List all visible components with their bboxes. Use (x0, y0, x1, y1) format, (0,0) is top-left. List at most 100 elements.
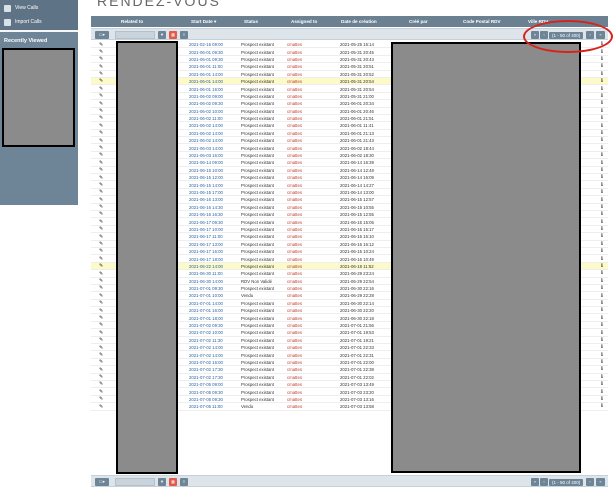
start-date-link[interactable]: 2021-06-17 18:00 (189, 257, 223, 262)
info-icon[interactable]: ℹ (601, 152, 603, 158)
edit-icon[interactable]: ✎ (99, 226, 103, 232)
assigned-user-link[interactable]: cmattes (287, 345, 302, 350)
start-date-link[interactable]: 2021-02-16 09:00 (189, 42, 223, 47)
assigned-user-link[interactable]: cmattes (287, 123, 302, 128)
info-icon[interactable]: ℹ (601, 86, 603, 92)
edit-icon[interactable]: ✎ (99, 160, 103, 166)
filter-icon[interactable]: ▼ (158, 478, 166, 486)
start-date-link[interactable]: 2021-06-02 14:00 (189, 123, 223, 128)
edit-icon[interactable]: ✎ (99, 42, 103, 48)
edit-icon[interactable]: ✎ (99, 367, 103, 373)
start-date-link[interactable]: 2021-06-02 14:00 (189, 138, 223, 143)
assigned-user-link[interactable]: cmattes (287, 338, 302, 343)
edit-icon[interactable]: ✎ (99, 219, 103, 225)
edit-icon[interactable]: ✎ (99, 64, 103, 70)
assigned-user-link[interactable]: cmattes (287, 57, 302, 62)
info-icon[interactable]: ℹ (601, 100, 603, 106)
edit-icon[interactable]: ✎ (99, 345, 103, 351)
start-date-link[interactable]: 2021-06-01 09:30 (189, 57, 223, 62)
start-date-link[interactable]: 2021-07-02 09:30 (189, 323, 223, 328)
assigned-user-link[interactable]: cmattes (287, 316, 302, 321)
assigned-user-link[interactable]: cmattes (287, 234, 302, 239)
sidebar-item-import-calls[interactable]: Import Calls (0, 15, 78, 29)
start-date-link[interactable]: 2021-06-02 14:00 (189, 131, 223, 136)
edit-icon[interactable]: ✎ (99, 374, 103, 380)
edit-icon[interactable]: ✎ (99, 175, 103, 181)
start-date-link[interactable]: 2021-07-02 17:30 (189, 367, 223, 372)
calendar-icon[interactable]: ▦ (169, 478, 177, 486)
info-icon[interactable]: ℹ (601, 256, 603, 262)
bulk-action-button[interactable]: ☐▾ (95, 478, 109, 486)
start-date-link[interactable]: 2021-06-16 14:30 (189, 205, 223, 210)
assigned-user-link[interactable]: cmattes (287, 227, 302, 232)
assigned-user-link[interactable]: cmattes (287, 79, 302, 84)
start-date-link[interactable]: 2021-07-02 17:30 (189, 375, 223, 380)
assigned-user-link[interactable]: cmattes (287, 64, 302, 69)
edit-icon[interactable]: ✎ (99, 152, 103, 158)
assigned-user-link[interactable]: cmattes (287, 257, 302, 262)
start-date-link[interactable]: 2021-07-05 09:00 (189, 382, 223, 387)
column-assigned-to[interactable]: Assigned to (291, 19, 317, 24)
calendar-icon[interactable]: ▦ (169, 31, 177, 39)
info-icon[interactable]: ℹ (601, 189, 603, 195)
assigned-user-link[interactable]: cmattes (287, 175, 302, 180)
start-date-link[interactable]: 2021-06-17 10:00 (189, 227, 223, 232)
prev-page-button[interactable]: ‹ (540, 478, 548, 486)
assigned-user-link[interactable]: cmattes (287, 301, 302, 306)
column-start-date[interactable]: Start Date ▾ (191, 19, 216, 25)
edit-icon[interactable]: ✎ (99, 123, 103, 129)
assigned-user-link[interactable]: cmattes (287, 116, 302, 121)
start-date-link[interactable]: 2021-06-17 09:30 (189, 220, 223, 225)
assigned-user-link[interactable]: cmattes (287, 42, 302, 47)
assigned-user-link[interactable]: cmattes (287, 293, 302, 298)
bulk-action-select[interactable] (115, 31, 155, 39)
info-icon[interactable]: ℹ (601, 219, 603, 225)
start-date-link[interactable]: 2021-07-02 14:00 (189, 345, 223, 350)
assigned-user-link[interactable]: cmattes (287, 397, 302, 402)
edit-icon[interactable]: ✎ (99, 93, 103, 99)
edit-icon[interactable]: ✎ (99, 315, 103, 321)
info-icon[interactable]: ℹ (601, 160, 603, 166)
info-icon[interactable]: ℹ (601, 307, 603, 313)
info-icon[interactable]: ℹ (601, 389, 603, 395)
edit-icon[interactable]: ✎ (99, 138, 103, 144)
info-icon[interactable]: ℹ (601, 381, 603, 387)
assigned-user-link[interactable]: cmattes (287, 279, 302, 284)
info-icon[interactable]: ℹ (601, 263, 603, 269)
edit-icon[interactable]: ✎ (99, 352, 103, 358)
assigned-user-link[interactable]: cmattes (287, 242, 302, 247)
edit-icon[interactable]: ✎ (99, 49, 103, 55)
assigned-user-link[interactable]: cmattes (287, 50, 302, 55)
start-date-link[interactable]: 2021-07-05 09:30 (189, 397, 223, 402)
info-icon[interactable]: ℹ (601, 315, 603, 321)
assigned-user-link[interactable]: cmattes (287, 264, 302, 269)
start-date-link[interactable]: 2021-06-03 16:00 (189, 153, 223, 158)
info-icon[interactable]: ℹ (601, 115, 603, 121)
bulk-action-select[interactable] (115, 478, 155, 486)
start-date-link[interactable]: 2021-06-15 10:00 (189, 168, 223, 173)
start-date-link[interactable]: 2021-06-17 16:00 (189, 249, 223, 254)
edit-icon[interactable]: ✎ (99, 189, 103, 195)
info-icon[interactable]: ℹ (601, 396, 603, 402)
edit-icon[interactable]: ✎ (99, 248, 103, 254)
assigned-user-link[interactable]: cmattes (287, 220, 302, 225)
edit-icon[interactable]: ✎ (99, 278, 103, 284)
info-icon[interactable]: ℹ (601, 233, 603, 239)
edit-icon[interactable]: ✎ (99, 167, 103, 173)
edit-icon[interactable]: ✎ (99, 337, 103, 343)
info-icon[interactable]: ℹ (601, 204, 603, 210)
start-date-link[interactable]: 2021-07-05 11:00 (189, 404, 223, 409)
start-date-link[interactable]: 2021-06-01 09:30 (189, 50, 223, 55)
assigned-user-link[interactable]: cmattes (287, 138, 302, 143)
columns-icon[interactable]: ≡ (180, 31, 188, 39)
info-icon[interactable]: ℹ (601, 403, 603, 409)
edit-icon[interactable]: ✎ (99, 263, 103, 269)
info-icon[interactable]: ℹ (601, 359, 603, 365)
start-date-link[interactable]: 2021-06-17 13:00 (189, 242, 223, 247)
edit-icon[interactable]: ✎ (99, 115, 103, 121)
start-date-link[interactable]: 2021-06-02 09:00 (189, 94, 223, 99)
info-icon[interactable]: ℹ (601, 167, 603, 173)
start-date-link[interactable]: 2021-06-01 14:00 (189, 72, 223, 77)
column-cree-par[interactable]: Créé par (409, 19, 428, 24)
info-icon[interactable]: ℹ (601, 174, 603, 180)
